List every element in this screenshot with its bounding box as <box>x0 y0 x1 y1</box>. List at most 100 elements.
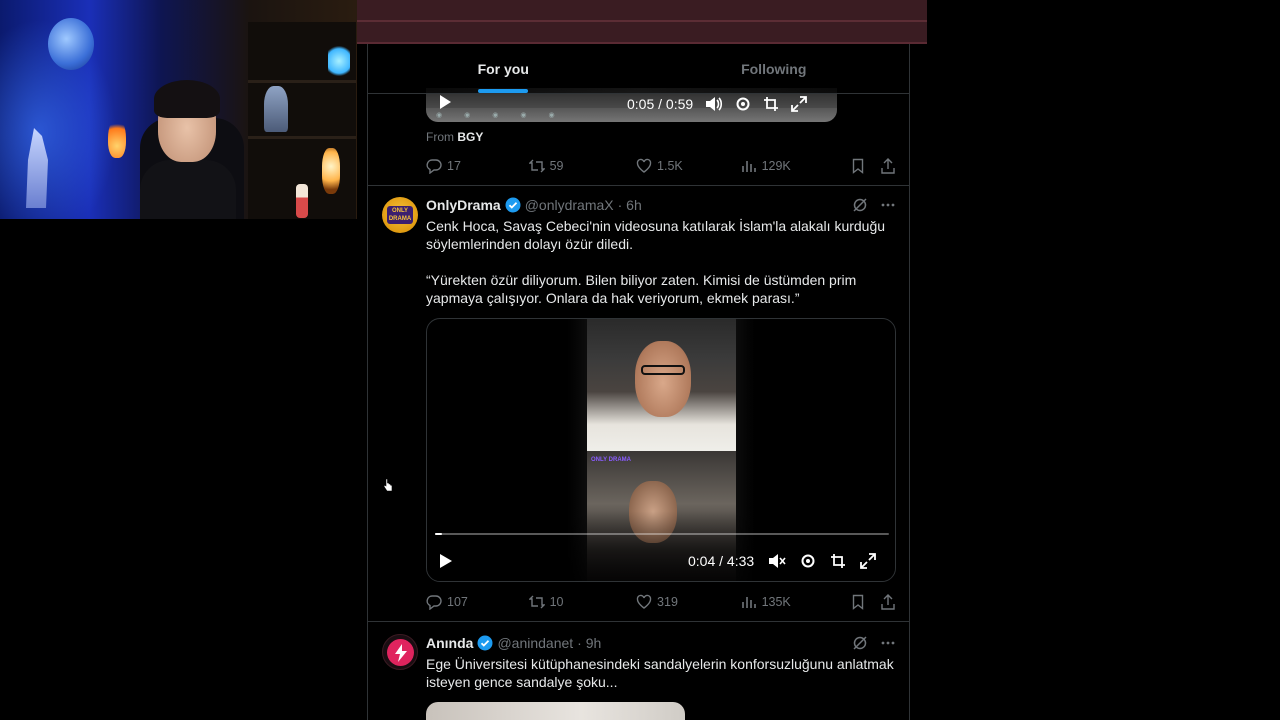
verified-badge-icon <box>477 635 493 651</box>
watermark-dot: ◉ <box>464 112 471 119</box>
tweet3-header: Anında @anindanet · 9h <box>426 635 896 651</box>
verified-badge-icon <box>505 197 521 213</box>
repost-icon <box>528 159 545 173</box>
reply-button[interactable]: 17 <box>426 158 529 174</box>
webcam-overlay <box>0 0 357 219</box>
video-time: 0:05 / 0:59 <box>627 96 694 112</box>
heart-icon <box>636 158 652 173</box>
reply-button[interactable]: 107 <box>426 594 529 610</box>
tweet3-author-name[interactable]: Anında <box>426 635 473 651</box>
avatar-onlydrama[interactable]: ONLY DRAMA <box>382 197 418 233</box>
reply-icon <box>426 159 442 174</box>
settings-gear-icon[interactable] <box>735 96 751 112</box>
tab-for-you[interactable]: For you <box>368 44 639 93</box>
views-count: 129K <box>761 159 791 173</box>
muted-volume-icon[interactable] <box>768 553 786 569</box>
tweet3-text: Ege Üniversitesi kütüphanesindeki sandal… <box>426 656 894 690</box>
views-button[interactable]: 129K <box>741 158 850 174</box>
views-icon <box>741 161 756 172</box>
watermark-dot: ◉ <box>520 112 527 119</box>
tweet2-header: OnlyDrama @onlydramaX · 6h <box>426 197 896 213</box>
tweet3-author-handle[interactable]: @anindanet <box>497 635 573 651</box>
views-button[interactable]: 135K <box>741 594 850 610</box>
webcam-candle <box>322 148 340 194</box>
like-count: 319 <box>657 595 678 609</box>
video-play-control <box>439 553 453 569</box>
like-count: 1.5K <box>657 159 683 173</box>
reply-icon <box>426 595 442 610</box>
video-time: 0:04 / 4:33 <box>688 553 755 569</box>
webcam-person-hair <box>154 80 220 118</box>
repost-count: 59 <box>549 159 564 173</box>
from-prefix: From <box>426 130 454 144</box>
views-icon <box>741 597 756 608</box>
watermark-dot: ◉ <box>548 112 555 119</box>
tweet3-timestamp[interactable]: · 9h <box>577 635 601 651</box>
tweet2-author-handle[interactable]: @onlydramaX <box>525 197 614 213</box>
avatar-aninda[interactable] <box>382 634 418 670</box>
grok-icon[interactable] <box>852 635 868 651</box>
avatar-logo: ONLY DRAMA <box>387 206 413 224</box>
repost-button[interactable]: 59 <box>528 158 636 174</box>
from-name[interactable]: BGY <box>457 130 483 144</box>
tweet-divider <box>368 621 909 622</box>
volume-icon[interactable] <box>705 96 723 112</box>
like-button[interactable]: 319 <box>636 594 741 610</box>
tweet1-actions: 17 59 1.5K 129K <box>426 156 896 176</box>
tweet1-secondary-actions <box>850 158 896 174</box>
share-button[interactable] <box>880 594 896 610</box>
webcam-shelf-line <box>248 136 356 139</box>
timeline-feed[interactable]: For you Following ◉ ◉ ◉ ◉ ◉ 0:05 / 0:59 <box>367 44 910 720</box>
repost-icon <box>528 595 545 609</box>
webcam-fire-art <box>108 118 126 158</box>
webcam-shelf-line <box>248 80 356 83</box>
share-button[interactable] <box>880 158 896 174</box>
play-icon[interactable] <box>439 553 453 569</box>
webcam-figurine <box>296 184 308 218</box>
play-icon[interactable] <box>438 94 452 110</box>
like-button[interactable]: 1.5K <box>636 158 741 174</box>
more-options-icon[interactable] <box>880 197 896 213</box>
picture-in-picture-icon[interactable] <box>763 96 779 112</box>
lightning-icon <box>387 639 414 666</box>
settings-gear-icon[interactable] <box>800 553 816 569</box>
repost-button[interactable]: 10 <box>528 594 636 610</box>
tweet2-text: Cenk Hoca, Savaş Cebeci'nin videosuna ka… <box>426 218 886 306</box>
video-top-speaker <box>587 319 736 451</box>
more-options-icon[interactable] <box>880 635 896 651</box>
repost-count: 10 <box>549 595 564 609</box>
tweet2-timestamp[interactable]: · 6h <box>618 197 642 213</box>
tweet1-video-controls: 0:05 / 0:59 <box>627 96 808 112</box>
speaker-face <box>635 341 691 417</box>
top-overlay-line <box>357 20 927 22</box>
heart-icon <box>636 594 652 609</box>
fullscreen-icon[interactable] <box>791 96 808 112</box>
bookmark-button[interactable] <box>850 594 866 610</box>
bookmark-button[interactable] <box>850 158 866 174</box>
video-watermark: ONLY DRAMA <box>591 457 632 463</box>
fullscreen-icon[interactable] <box>860 553 877 569</box>
timeline-tabs: For you Following <box>368 44 909 94</box>
hand-cursor-icon <box>383 478 393 492</box>
video-progress-fill <box>435 533 442 535</box>
tab-following[interactable]: Following <box>639 44 910 93</box>
picture-in-picture-icon[interactable] <box>830 553 846 569</box>
tweet-divider <box>368 185 909 186</box>
tweet2-author-name[interactable]: OnlyDrama <box>426 197 501 213</box>
reply-count: 107 <box>447 595 468 609</box>
reply-count: 17 <box>447 159 461 173</box>
tweet3-media[interactable] <box>426 702 685 720</box>
tweet2-video[interactable]: ONLY DRAMA 0:04 / 4:33 <box>426 318 896 582</box>
views-count: 135K <box>761 595 791 609</box>
video-progress-bar[interactable] <box>435 533 889 535</box>
tweet2-video-controls: 0:04 / 4:33 <box>688 553 877 569</box>
tweet3-header-actions <box>852 635 896 651</box>
webcam-crystal-lamp <box>328 44 350 78</box>
video-control-shade <box>427 511 895 581</box>
tweet2-header-actions <box>852 197 896 213</box>
webcam-bust <box>264 86 288 132</box>
share-icon <box>881 158 895 174</box>
video-play-control <box>438 94 452 110</box>
bookmark-icon <box>852 158 864 174</box>
grok-icon[interactable] <box>852 197 868 213</box>
